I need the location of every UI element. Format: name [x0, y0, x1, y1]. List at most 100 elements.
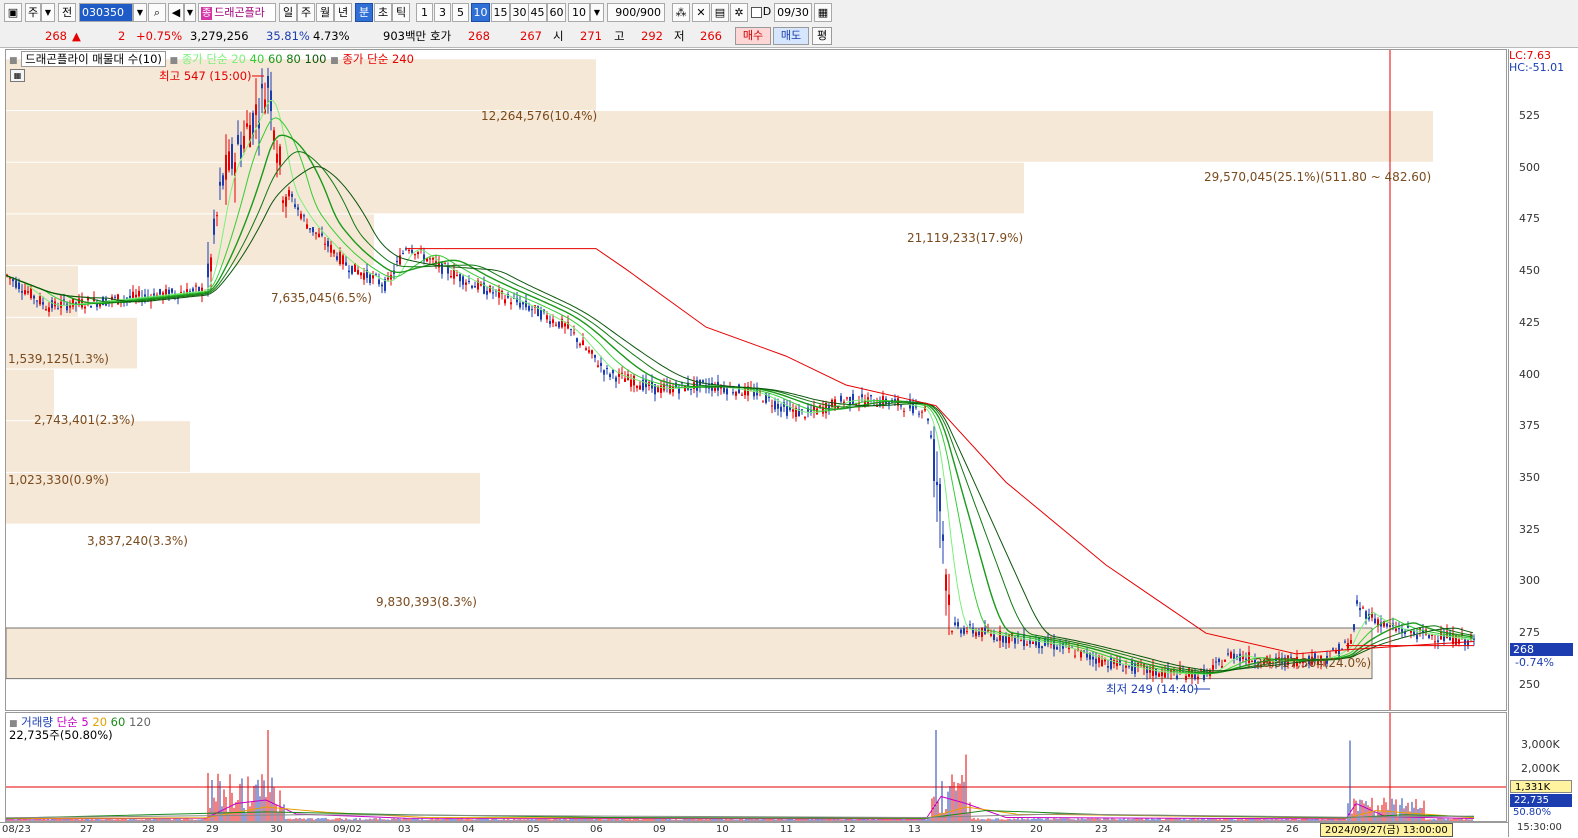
price-chart-panel[interactable]: ■ 드래곤플라이 매물대 수(10) ■ 종가 단순 20 40 60 80 1… [5, 49, 1507, 711]
minute-button[interactable]: 30 [510, 3, 529, 22]
volume-ratio: 35.81% [266, 29, 310, 43]
candle-body [1014, 636, 1016, 644]
hc-value: HC:-51.01 [1509, 61, 1565, 74]
count-input[interactable]: 900/900 [607, 3, 665, 22]
candle-body [210, 257, 212, 272]
candle-body [774, 401, 776, 410]
period-button[interactable]: 분 [355, 3, 373, 22]
candle-body [786, 406, 788, 416]
candle-body [300, 213, 302, 219]
candle-body [768, 396, 770, 398]
candle-body [294, 204, 296, 207]
volume-profile-label: 21,119,233(17.9%) [907, 231, 1024, 245]
chevron-down-icon[interactable]: ▼ [184, 3, 196, 22]
candle-body [975, 632, 977, 637]
candle-body [417, 251, 419, 255]
stock-name-button[interactable]: 종 드래곤플라 [198, 3, 276, 22]
minute-button[interactable]: 60 [547, 3, 566, 22]
price-axis-tick: 450 [1519, 264, 1540, 278]
speaker-icon[interactable]: ◀ [168, 3, 184, 22]
market-select[interactable]: 주 [25, 3, 41, 22]
search-icon[interactable]: ⌕ [148, 3, 166, 22]
candle-body [333, 250, 335, 254]
period-button[interactable]: 틱 [392, 3, 410, 22]
candle-body [459, 274, 461, 282]
indicator-icon[interactable]: ⁂ [672, 3, 690, 22]
price-axis-tick: 300 [1519, 574, 1540, 588]
period-button[interactable]: 년 [334, 3, 352, 22]
candle-body [39, 296, 41, 305]
time-right-label: 15:30:00 [1517, 822, 1562, 833]
candle-body [486, 290, 488, 295]
candle-body [1104, 659, 1106, 662]
period-button[interactable]: 초 [374, 3, 392, 22]
minute-button[interactable]: 15 [491, 3, 510, 22]
minute-button[interactable]: 10 [471, 3, 490, 22]
candle-body [525, 300, 527, 308]
chevron-down-icon[interactable]: ▼ [41, 3, 55, 22]
candle-body [1002, 636, 1004, 643]
chart-title[interactable]: 드래곤플라이 매물대 수(10) [21, 51, 166, 67]
candle-body [192, 288, 194, 292]
candle-body [609, 374, 611, 377]
sell-button[interactable]: 매도 [773, 27, 809, 45]
candle-body [672, 386, 674, 393]
minute-button[interactable]: 3 [434, 3, 451, 22]
candle-body [159, 289, 161, 295]
calendar-icon[interactable]: ▦ [814, 3, 832, 22]
stock-code-input[interactable]: 030350 [79, 3, 133, 22]
ma-legend-240: 종가 단순 240 [342, 52, 414, 66]
date-label: 04 [462, 824, 475, 835]
ma-legend-80: 80 [286, 52, 301, 66]
candle-body [171, 288, 173, 293]
jeon-button[interactable]: 전 [58, 3, 76, 22]
window-menu-icon[interactable]: ▣ [4, 3, 22, 22]
candle-body [249, 125, 251, 148]
candle-body [918, 413, 920, 415]
candle-body [801, 409, 803, 411]
minute-button[interactable]: 1 [416, 3, 433, 22]
eval-button[interactable]: 평 [812, 27, 832, 45]
period-button[interactable]: 일 [279, 3, 297, 22]
date-label: 13 [908, 824, 921, 835]
date-input[interactable]: 09/30 [774, 3, 812, 22]
date-label: 10 [716, 824, 729, 835]
tools-icon[interactable]: ✕ [692, 3, 710, 22]
candle-body [564, 323, 566, 327]
candle-body [549, 321, 551, 324]
candle-body [816, 408, 818, 415]
candle-body [1350, 640, 1352, 644]
minute-button[interactable]: 5 [452, 3, 469, 22]
buy-button[interactable]: 매수 [735, 27, 771, 45]
candle-body [849, 397, 851, 405]
minute-button[interactable]: 45 [528, 3, 547, 22]
candle-body [726, 388, 728, 395]
date-label: 28 [142, 824, 155, 835]
period-button[interactable]: 주 [297, 3, 315, 22]
d-checkbox[interactable] [750, 3, 762, 22]
save-icon[interactable]: ▤ [711, 3, 729, 22]
date-label: 27 [80, 824, 93, 835]
date-label: 03 [398, 824, 411, 835]
volume-chart-canvas[interactable] [6, 713, 1506, 821]
hoga-label: 호가 [430, 29, 452, 43]
candle-body [1242, 656, 1244, 659]
candle-body [714, 387, 716, 391]
date-label: 11 [780, 824, 793, 835]
candle-body [216, 215, 218, 217]
candle-body [471, 285, 473, 288]
volume-chart-panel[interactable]: ■ 거래량 단순 5 20 60 120 22,735주(50.80%) [5, 712, 1507, 822]
candle-body [303, 215, 305, 217]
candle-body [546, 315, 548, 320]
chevron-down-icon[interactable]: ▼ [590, 3, 604, 22]
grid-icon[interactable]: ▦ [10, 69, 25, 82]
period-button[interactable]: 월 [316, 3, 334, 22]
stock-type-icon: 종 [201, 7, 213, 20]
price-chart-canvas[interactable] [6, 50, 1506, 710]
chevron-down-icon[interactable]: ▼ [133, 3, 147, 22]
candle-body [1215, 661, 1217, 663]
custom-minute-input[interactable]: 10 [568, 3, 590, 22]
up-arrow-icon: ▲ [72, 29, 81, 43]
gear-icon[interactable]: ✲ [730, 3, 748, 22]
current-price: 268 [45, 29, 67, 43]
